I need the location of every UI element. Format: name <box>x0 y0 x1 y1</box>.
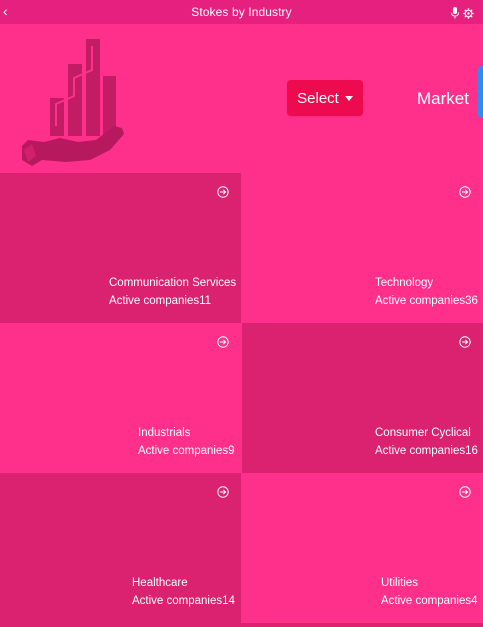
industry-name: Industrials <box>138 427 191 439</box>
industry-active-count: Active companies16 <box>375 445 478 457</box>
arrow-right-circle-icon[interactable] <box>459 185 471 198</box>
industry-active-count: Active companies36 <box>375 295 478 307</box>
industry-active-count: Active companies11 <box>109 295 212 307</box>
caret-down-icon <box>344 96 353 101</box>
arrow-right-circle-icon[interactable] <box>217 335 229 348</box>
industry-name: Communication Services <box>109 277 237 289</box>
arrow-right-circle-icon[interactable] <box>459 335 471 348</box>
title-bar: ‹ Stokes by Industry <box>0 0 483 24</box>
industry-card-healthcare[interactable]: Healthcare Active companies14 <box>0 473 241 623</box>
growth-chart-hand-logo-icon <box>18 34 130 169</box>
industry-active-count: Active companies9 <box>138 445 235 457</box>
industry-name: Healthcare <box>132 577 188 589</box>
industry-active-count: Active companies14 <box>132 595 235 607</box>
industry-name: Utilities <box>381 577 419 589</box>
industry-select-dropdown-button[interactable]: Select <box>287 80 363 116</box>
title-bar-actions <box>450 6 474 19</box>
arrow-right-circle-icon[interactable] <box>217 485 229 498</box>
industry-card-industrials[interactable]: Industrials Active companies9 <box>0 323 241 473</box>
select-button-label: Select <box>297 89 339 107</box>
side-drawer-tab[interactable] <box>477 66 483 118</box>
industry-card-technology[interactable]: Technology Active companies36 <box>242 173 483 323</box>
industry-name: Technology <box>375 277 434 289</box>
industry-card-utilities[interactable]: Utilities Active companies4 <box>242 473 483 623</box>
industry-card-communication-services[interactable]: Communication Services Active companies1… <box>0 173 241 323</box>
industry-name: Consumer Cyclical <box>375 427 471 439</box>
bottom-strip <box>0 623 483 627</box>
window-title: Stokes by Industry <box>191 5 292 19</box>
back-chevron-icon[interactable]: ‹ <box>3 3 8 19</box>
microphone-icon[interactable] <box>450 6 460 19</box>
market-link[interactable]: Market <box>417 89 469 109</box>
header: Select Market <box>0 24 483 173</box>
gear-icon[interactable] <box>463 6 474 19</box>
industry-card-consumer-cyclical[interactable]: Consumer Cyclical Active companies16 <box>242 323 483 473</box>
arrow-right-circle-icon[interactable] <box>459 485 471 498</box>
industry-active-count: Active companies4 <box>381 595 478 607</box>
arrow-right-circle-icon[interactable] <box>217 185 229 198</box>
